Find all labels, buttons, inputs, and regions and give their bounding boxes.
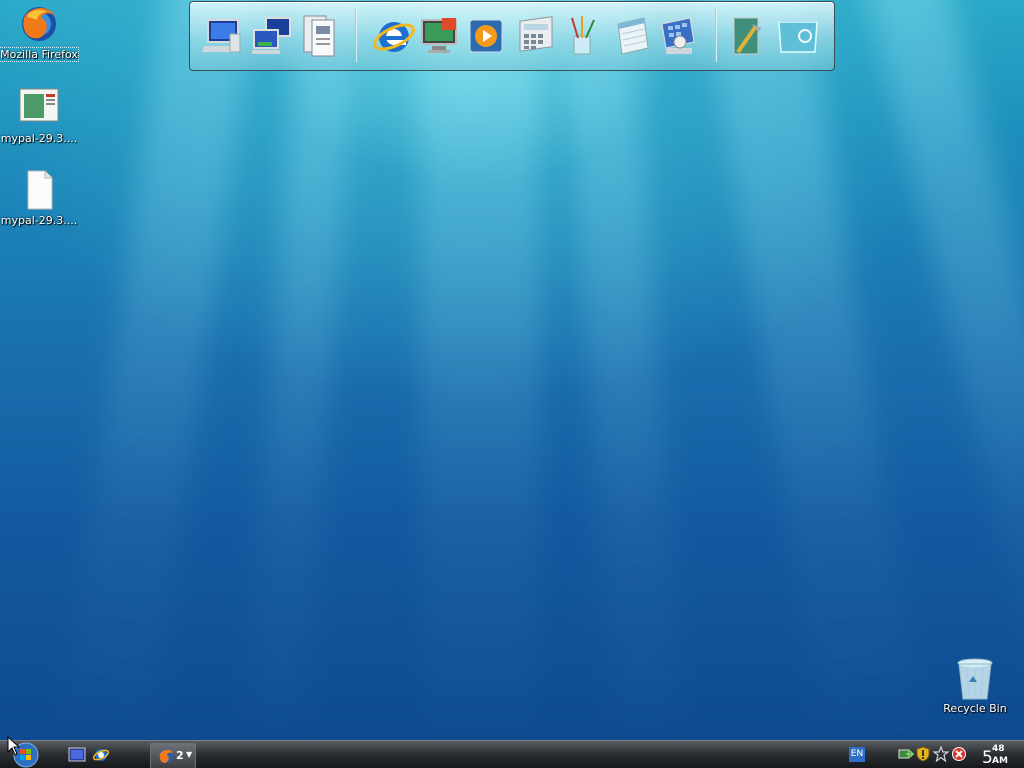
tray-security[interactable] bbox=[915, 746, 931, 762]
network-icon bbox=[252, 17, 291, 54]
dock-internet-explorer[interactable] bbox=[370, 10, 418, 62]
dock-separator bbox=[715, 8, 717, 62]
show-desktop-icon bbox=[68, 747, 86, 762]
media-player-icon bbox=[469, 19, 503, 53]
dock-documents[interactable] bbox=[294, 10, 342, 62]
paint-icon bbox=[571, 16, 595, 55]
firefox-icon bbox=[159, 749, 173, 763]
dock-separator bbox=[355, 8, 357, 62]
dock-recycle-bin[interactable] bbox=[774, 10, 822, 62]
dock-calculator[interactable] bbox=[512, 10, 560, 62]
calculator-icon bbox=[519, 16, 553, 52]
tray-star[interactable] bbox=[932, 745, 950, 763]
blank-file-icon bbox=[19, 170, 59, 210]
mouse-cursor-icon bbox=[7, 736, 21, 756]
recycle-bin-icon bbox=[778, 18, 818, 53]
taskbar: 2 ▼ EN 5 48 AM bbox=[0, 740, 1024, 768]
my-computer-icon bbox=[202, 19, 241, 53]
desktop-icon-mypal-file[interactable]: mypal-29.3.... bbox=[0, 170, 78, 227]
desktop-icon-label: Recycle Bin bbox=[943, 702, 1007, 715]
firefox-icon bbox=[19, 4, 59, 44]
documents-icon bbox=[303, 15, 335, 57]
desktop-icon-label: mypal-29.3.... bbox=[0, 214, 78, 227]
tray-network[interactable] bbox=[898, 746, 915, 762]
dock-display[interactable] bbox=[416, 10, 464, 62]
task-group-count: 2 bbox=[176, 749, 184, 762]
desktop-icon-recycle-bin[interactable]: Recycle Bin bbox=[936, 658, 1014, 715]
notepad-icon bbox=[617, 17, 649, 55]
display-icon bbox=[421, 18, 457, 53]
app-window-icon bbox=[19, 88, 59, 128]
dock-notepad[interactable] bbox=[608, 10, 656, 62]
quick-launch-show-desktop[interactable] bbox=[68, 746, 86, 764]
desktop[interactable]: Mozilla Firefox mypal-29.3.... mypal-29.… bbox=[0, 0, 1024, 740]
error-tray-icon bbox=[952, 747, 966, 761]
dock-tools[interactable] bbox=[724, 10, 772, 62]
dock-my-computer[interactable] bbox=[198, 10, 246, 62]
chevron-down-icon: ▼ bbox=[186, 750, 193, 759]
application-dock bbox=[189, 1, 835, 71]
tray-error[interactable] bbox=[951, 746, 967, 762]
scheduler-icon bbox=[661, 17, 695, 54]
taskbar-group-firefox[interactable]: 2 ▼ bbox=[150, 743, 196, 768]
system-clock[interactable]: 5 48 AM bbox=[980, 743, 1020, 768]
dock-media-player[interactable] bbox=[462, 10, 510, 62]
tools-icon bbox=[733, 17, 762, 55]
internet-explorer-icon bbox=[92, 749, 110, 761]
desktop-icon-mypal-app[interactable]: mypal-29.3.... bbox=[0, 88, 78, 145]
dock-paint[interactable] bbox=[558, 10, 606, 62]
recycle-bin-icon bbox=[955, 658, 995, 700]
language-indicator[interactable]: EN bbox=[849, 747, 865, 762]
network-tray-icon bbox=[898, 749, 915, 759]
dock-network[interactable] bbox=[248, 10, 296, 62]
clock-minute: 48 bbox=[992, 744, 1005, 754]
desktop-icon-firefox[interactable]: Mozilla Firefox bbox=[0, 4, 79, 62]
security-shield-icon bbox=[916, 746, 930, 762]
dock-scheduler[interactable] bbox=[654, 10, 702, 62]
desktop-icon-label: Mozilla Firefox bbox=[0, 47, 79, 62]
clock-ampm: AM bbox=[992, 756, 1008, 766]
internet-explorer-icon bbox=[373, 22, 415, 52]
star-tray-icon bbox=[932, 745, 950, 763]
quick-launch-internet-explorer[interactable] bbox=[92, 746, 110, 764]
desktop-icon-label: mypal-29.3.... bbox=[0, 132, 78, 145]
